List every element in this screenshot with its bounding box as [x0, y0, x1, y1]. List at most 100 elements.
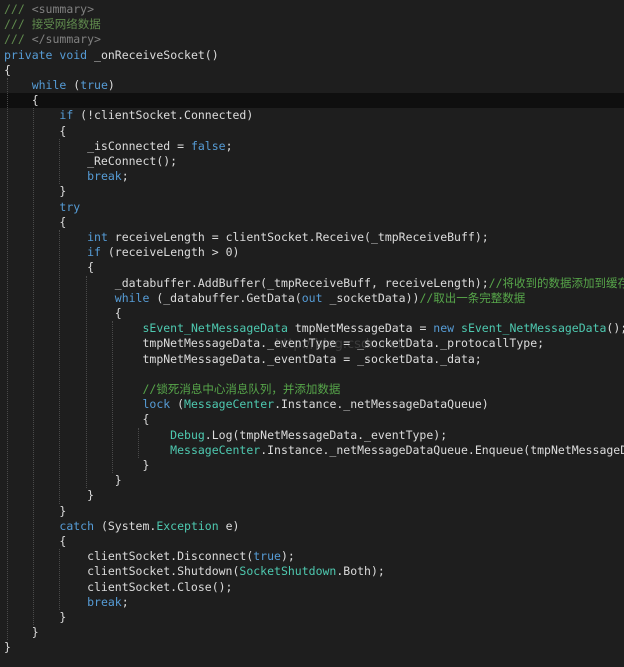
code-token: } [4, 458, 150, 472]
indent-guide [59, 549, 61, 610]
code-token: { [4, 123, 67, 138]
code-token: (!clientSocket.Connected) [73, 108, 254, 123]
indent-guide [7, 78, 8, 641]
code-line[interactable]: { [0, 93, 624, 109]
code-token: } [4, 610, 67, 624]
code-token: break [87, 594, 122, 609]
code-token: } [4, 625, 39, 640]
code-token: _socketData)) [322, 290, 420, 305]
code-line[interactable]: { [4, 306, 122, 321]
code-token: tmpNetMessageData._eventData = _socketDa… [4, 351, 482, 366]
code-token: .Both); [336, 564, 385, 579]
code-line[interactable]: { [4, 124, 66, 139]
code-line[interactable]: _isConnected = false; [4, 138, 233, 154]
code-token: try [59, 199, 81, 214]
code-line[interactable]: MessageCenter.Instance._netMessageDataQu… [4, 443, 624, 458]
indent-guide [59, 230, 61, 504]
code-line[interactable]: /// <summary> [4, 2, 94, 17]
code-token: _isConnected = [4, 138, 191, 153]
code-token: receiveLength = clientSocket.Receive(_tm… [107, 230, 489, 244]
code-line[interactable]: break; [4, 169, 129, 184]
code-token: true [253, 549, 281, 564]
code-token: while [114, 290, 150, 305]
code-token: { [4, 306, 122, 320]
code-token: { [4, 93, 39, 108]
code-token: ; [121, 169, 129, 184]
code-line[interactable]: { [4, 215, 66, 230]
code-editor[interactable]: http://blog.csdn.net/ /// <summary>/// 接… [0, 0, 624, 667]
code-token: if [87, 245, 101, 260]
code-line[interactable]: clientSocket.Shutdown(SocketShutdown.Bot… [4, 564, 385, 579]
code-line[interactable]: int receiveLength = clientSocket.Receive… [4, 230, 489, 245]
code-line[interactable]: lock (MessageCenter.Instance._netMessage… [4, 397, 489, 412]
code-token: (receiveLength > 0) [100, 245, 240, 260]
code-token: MessageCenter [184, 397, 275, 412]
code-line[interactable]: sEvent_NetMessageData tmpNetMessageData … [4, 321, 624, 336]
code-token: { [4, 260, 95, 275]
code-token: clientSocket.Close(); [4, 579, 233, 594]
code-line[interactable]: while (true) [4, 78, 115, 93]
code-line[interactable]: } [4, 625, 39, 640]
code-line[interactable]: break; [4, 595, 129, 610]
code-token: e) [218, 518, 240, 533]
code-token: new [433, 321, 455, 336]
code-line[interactable]: /// </summary> [4, 32, 101, 47]
code-line[interactable]: private void _onReceiveSocket() [4, 48, 219, 63]
code-line[interactable]: /// 接受网络数据 [4, 17, 101, 32]
code-line[interactable]: { [4, 412, 149, 427]
code-token: ( [66, 78, 81, 92]
code-line[interactable]: Debug.Log(tmpNetMessageData._eventType); [4, 428, 447, 443]
code-line[interactable]: tmpNetMessageData._eventData = _socketDa… [4, 351, 482, 367]
code-line[interactable]: } [4, 458, 149, 473]
code-token: .Log(tmpNetMessageData._eventType); [204, 427, 448, 442]
code-token: } [4, 640, 11, 655]
code-token: } [4, 184, 67, 199]
code-line[interactable]: clientSocket.Disconnect(true); [4, 549, 295, 564]
indent-guide [59, 138, 61, 185]
code-line[interactable]: try [4, 200, 80, 215]
code-token: int [87, 230, 108, 244]
code-line[interactable]: } [4, 488, 94, 503]
code-line[interactable]: _ReConnect(); [4, 154, 177, 169]
code-token: (_databuffer.GetData( [149, 290, 302, 305]
code-token: { [4, 214, 67, 229]
code-line[interactable]: } [4, 473, 122, 488]
code-line[interactable]: _databuffer.AddBuffer(_tmpReceiveBuff, r… [4, 276, 624, 291]
code-token: catch [59, 518, 95, 533]
code-line[interactable]: catch (System.Exception e) [4, 519, 239, 534]
code-token: sEvent_NetMessageData [142, 321, 288, 336]
code-line[interactable]: { [4, 534, 66, 549]
code-line[interactable]: { [4, 63, 11, 78]
code-line[interactable]: if (!clientSocket.Connected) [4, 108, 253, 123]
indent-guide [33, 108, 35, 626]
code-line[interactable]: { [4, 260, 94, 275]
code-token: _onReceiveSocket() [87, 47, 219, 62]
code-line[interactable]: } [4, 504, 66, 519]
code-token: ; [225, 138, 233, 153]
code-token: _ReConnect(); [4, 154, 178, 168]
code-token: _databuffer.AddBuffer(_tmpReceiveBuff, r… [4, 275, 489, 290]
code-line[interactable]: if (receiveLength > 0) [4, 245, 239, 260]
code-token: if [59, 108, 74, 123]
indent-guide [138, 427, 139, 458]
code-line[interactable]: } [4, 640, 11, 655]
code-token: MessageCenter [170, 442, 261, 457]
code-line[interactable]: while (_databuffer.GetData(out _socketDa… [4, 290, 526, 306]
code-token: /// [4, 32, 32, 47]
code-line[interactable]: } [4, 610, 66, 625]
code-line[interactable]: clientSocket.Close(); [4, 580, 232, 595]
indent-guide [111, 321, 113, 474]
code-token: //将收到的数据添加到缓存器中 [488, 275, 624, 290]
code-token: .Instance._netMessageDataQueue) [274, 397, 489, 412]
code-line[interactable]: //锁死消息中心消息队列，并添加数据 [4, 382, 340, 397]
code-token: Debug [170, 427, 205, 442]
code-line[interactable]: } [4, 184, 66, 199]
